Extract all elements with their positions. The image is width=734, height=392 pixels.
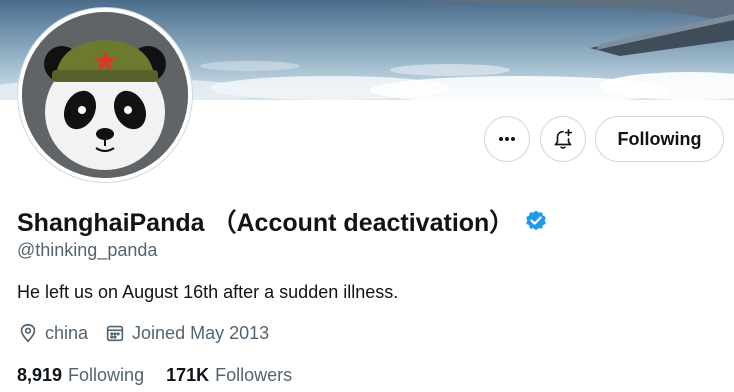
followers-stat-link[interactable]: 171K Followers [166, 365, 292, 386]
followers-count: 171K [166, 364, 210, 385]
verified-badge-icon[interactable] [524, 209, 548, 233]
display-name: ShanghaiPanda （Account deactivation） [17, 209, 515, 237]
followers-label: Followers [215, 364, 293, 385]
avatar[interactable] [17, 7, 193, 183]
calendar-icon [104, 322, 126, 344]
following-stat-link[interactable]: 8,919 Following [17, 365, 144, 386]
notifications-button[interactable] [540, 116, 586, 162]
more-icon [497, 129, 517, 149]
avatar-image [22, 12, 188, 178]
following-button[interactable]: Following [595, 116, 724, 162]
handle: @thinking_panda [17, 240, 158, 260]
following-label: Following [68, 364, 145, 385]
location-pin-icon [17, 322, 39, 344]
follow-stats: 8,919 Following 171K Followers [17, 362, 292, 388]
profile-meta: china Joined May 2013 [17, 320, 269, 346]
following-count: 8,919 [17, 364, 63, 385]
join-date: Joined May 2013 [104, 322, 269, 344]
location: china [17, 322, 88, 344]
name-row: ShanghaiPanda （Account deactivation） [17, 204, 548, 238]
profile-page: Following ShanghaiPanda （Account deactiv… [0, 0, 734, 392]
bio: He left us on August 16th after a sudden… [17, 282, 399, 302]
join-date-text: Joined May 2013 [132, 322, 270, 343]
more-button[interactable] [484, 116, 530, 162]
location-text: china [45, 322, 89, 343]
following-button-label: Following [617, 128, 702, 149]
notification-bell-plus-icon [552, 128, 574, 150]
